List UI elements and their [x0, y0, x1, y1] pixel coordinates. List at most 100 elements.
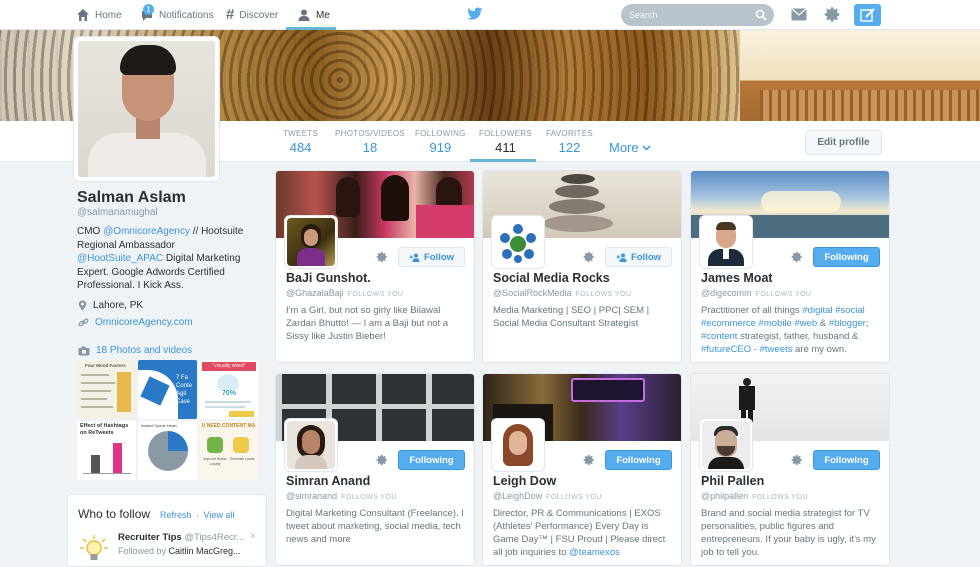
gear-icon[interactable] [583, 454, 595, 466]
bio-link-omnicore[interactable]: @OmnicoreAgency [103, 226, 190, 237]
stat-following[interactable]: FOLLOWING 919 [415, 129, 466, 155]
compose-tweet-button[interactable] [854, 4, 881, 26]
who-to-follow-links: Refresh · View all [160, 510, 235, 520]
profile-avatar[interactable] [74, 37, 219, 181]
close-icon[interactable]: × [250, 531, 256, 542]
photo-thumbnail[interactable]: "visually wired" 70% [199, 360, 258, 419]
follower-card[interactable]: Following James Moat @digecomm FOLLOWS YO… [690, 170, 890, 363]
profile-bio: CMO @OmnicoreAgency // Hootsuite Regiona… [77, 226, 244, 291]
photo-thumbnail[interactable]: U NEED CONTENT MA Improve Brand Loyalty … [199, 421, 258, 480]
home-icon [77, 9, 89, 21]
photos-videos-link[interactable]: 18 Photos and videos [78, 345, 192, 356]
top-navigation-bar: Home Notifications 1 # Discover Me Searc… [0, 0, 980, 30]
photo-thumbnail[interactable]: Instant Sports Heart [138, 421, 197, 480]
card-avatar[interactable] [285, 419, 337, 471]
card-handle: @GhazalaBaji FOLLOWS YOU [286, 288, 404, 298]
stat-followers[interactable]: FOLLOWERS 411 [479, 129, 532, 155]
compose-icon [860, 8, 875, 22]
follows-you-label: FOLLOWS YOU [546, 494, 602, 501]
card-handle: @philpallen FOLLOWS YOU [701, 491, 808, 501]
nav-me-label: Me [316, 9, 330, 21]
refresh-link[interactable]: Refresh [160, 510, 192, 520]
card-name[interactable]: Leigh Dow [493, 474, 556, 488]
nav-notifications-label: Notifications [159, 9, 214, 21]
card-handle: @digecomm FOLLOWS YOU [701, 288, 812, 298]
nav-me[interactable]: Me [297, 0, 330, 30]
lightbulb-avatar[interactable] [78, 533, 110, 565]
follow-button[interactable]: Follow [398, 247, 465, 267]
suggestion-followed-by: Followed by Caitlin MacGreg... [118, 546, 241, 556]
add-user-icon [409, 253, 420, 262]
gear-icon[interactable] [791, 251, 803, 263]
location-pin-icon [78, 300, 87, 311]
card-name[interactable]: Phil Pallen [701, 474, 764, 488]
card-bio: Media Marketing | SEO | PPC| SEM | Socia… [493, 305, 650, 329]
gear-icon[interactable] [376, 251, 388, 263]
photo-thumbnail[interactable]: Effect of Hashtags on ReTweets [77, 421, 136, 480]
gear-icon[interactable] [791, 454, 803, 466]
card-avatar[interactable] [700, 419, 752, 471]
card-bio: Digital Marketing Consultant (Freelance)… [286, 508, 464, 545]
stat-photos-videos[interactable]: PHOTOS/VIDEOS 18 [335, 129, 405, 155]
follows-you-label: FOLLOWS YOU [341, 494, 397, 501]
card-handle: @SocialRockMedia FOLLOWS YOU [493, 288, 632, 298]
nav-home-label: Home [95, 9, 122, 21]
suggestion-name[interactable]: Recruiter Tips @Tips4Recr... [118, 532, 244, 543]
card-name[interactable]: Simran Anand [286, 474, 370, 488]
hashtag-icon: # [226, 6, 235, 23]
more-dropdown[interactable]: More [609, 140, 651, 155]
following-button[interactable]: Following [398, 450, 465, 470]
follower-card[interactable]: Follow Social Media Rocks @SocialRockMed… [482, 170, 682, 363]
follower-card[interactable]: Following Simran Anand @simranand FOLLOWS… [275, 373, 475, 566]
chevron-down-icon [642, 144, 651, 151]
card-bio: Practitioner of all things #digital #soc… [701, 305, 869, 355]
card-name[interactable]: BaJi Gunshot. [286, 271, 371, 285]
following-button[interactable]: Following [813, 247, 880, 267]
card-name[interactable]: James Moat [701, 271, 773, 285]
profile-name[interactable]: Salman Aslam [77, 189, 186, 207]
follower-card[interactable]: Following Phil Pallen @philpallen FOLLOWS… [690, 373, 890, 566]
gear-icon[interactable] [583, 251, 595, 263]
card-name[interactable]: Social Media Rocks [493, 271, 610, 285]
card-bio: Brand and social media strategist for TV… [701, 508, 876, 558]
follower-card[interactable]: Follow BaJi Gunshot. @GhazalaBaji FOLLOWS… [275, 170, 475, 363]
follows-you-label: FOLLOWS YOU [752, 494, 808, 501]
who-to-follow-title: Who to follow [78, 507, 151, 521]
person-icon [298, 9, 310, 21]
gear-icon[interactable] [824, 6, 841, 23]
follow-button[interactable]: Follow [605, 247, 672, 267]
card-handle: @LeighDow FOLLOWS YOU [493, 491, 602, 501]
profile-handle[interactable]: @salmanamughal [77, 207, 158, 218]
profile-website-link[interactable]: OmnicoreAgency.com [78, 317, 193, 328]
card-avatar[interactable] [700, 216, 752, 268]
bio-link-hootsuite[interactable]: @HootSuite_APAC [77, 253, 163, 264]
profile-location: Lahore, PK [78, 300, 143, 311]
nav-home[interactable]: Home [76, 0, 122, 30]
followers-active-indicator [470, 159, 536, 162]
follows-you-label: FOLLOWS YOU [347, 291, 404, 298]
photo-thumbnail[interactable]: 7 Fa Conte Agil Case [138, 360, 197, 419]
follower-card[interactable]: Following Leigh Dow @LeighDow FOLLOWS YOU… [482, 373, 682, 566]
edit-profile-button[interactable]: Edit profile [805, 130, 882, 155]
more-label: More [609, 140, 639, 155]
gear-icon[interactable] [376, 454, 388, 466]
following-button[interactable]: Following [605, 450, 672, 470]
card-avatar[interactable] [492, 216, 544, 268]
stat-tweets[interactable]: TWEETS 484 [283, 129, 318, 155]
card-avatar[interactable] [285, 216, 337, 268]
search-input[interactable]: Search [621, 4, 774, 26]
photo-thumbnail[interactable]: Four Mood Factors [77, 360, 136, 419]
nav-discover[interactable]: # Discover [226, 0, 278, 30]
card-avatar[interactable] [492, 419, 544, 471]
view-all-link[interactable]: View all [204, 510, 235, 520]
add-user-icon [616, 253, 627, 262]
twitter-bird-icon[interactable] [467, 7, 483, 21]
profile-photo [78, 41, 215, 177]
stat-favorites[interactable]: FAVORITES 122 [546, 129, 593, 155]
following-button[interactable]: Following [813, 450, 880, 470]
who-to-follow-panel: Who to follow Refresh · View all Recruit… [67, 494, 267, 567]
link-icon [78, 318, 89, 327]
envelope-icon[interactable] [791, 8, 807, 21]
search-icon[interactable] [755, 9, 767, 21]
photo-thumbnail-grid: Four Mood Factors 7 Fa Conte Agil Case "… [77, 360, 258, 480]
